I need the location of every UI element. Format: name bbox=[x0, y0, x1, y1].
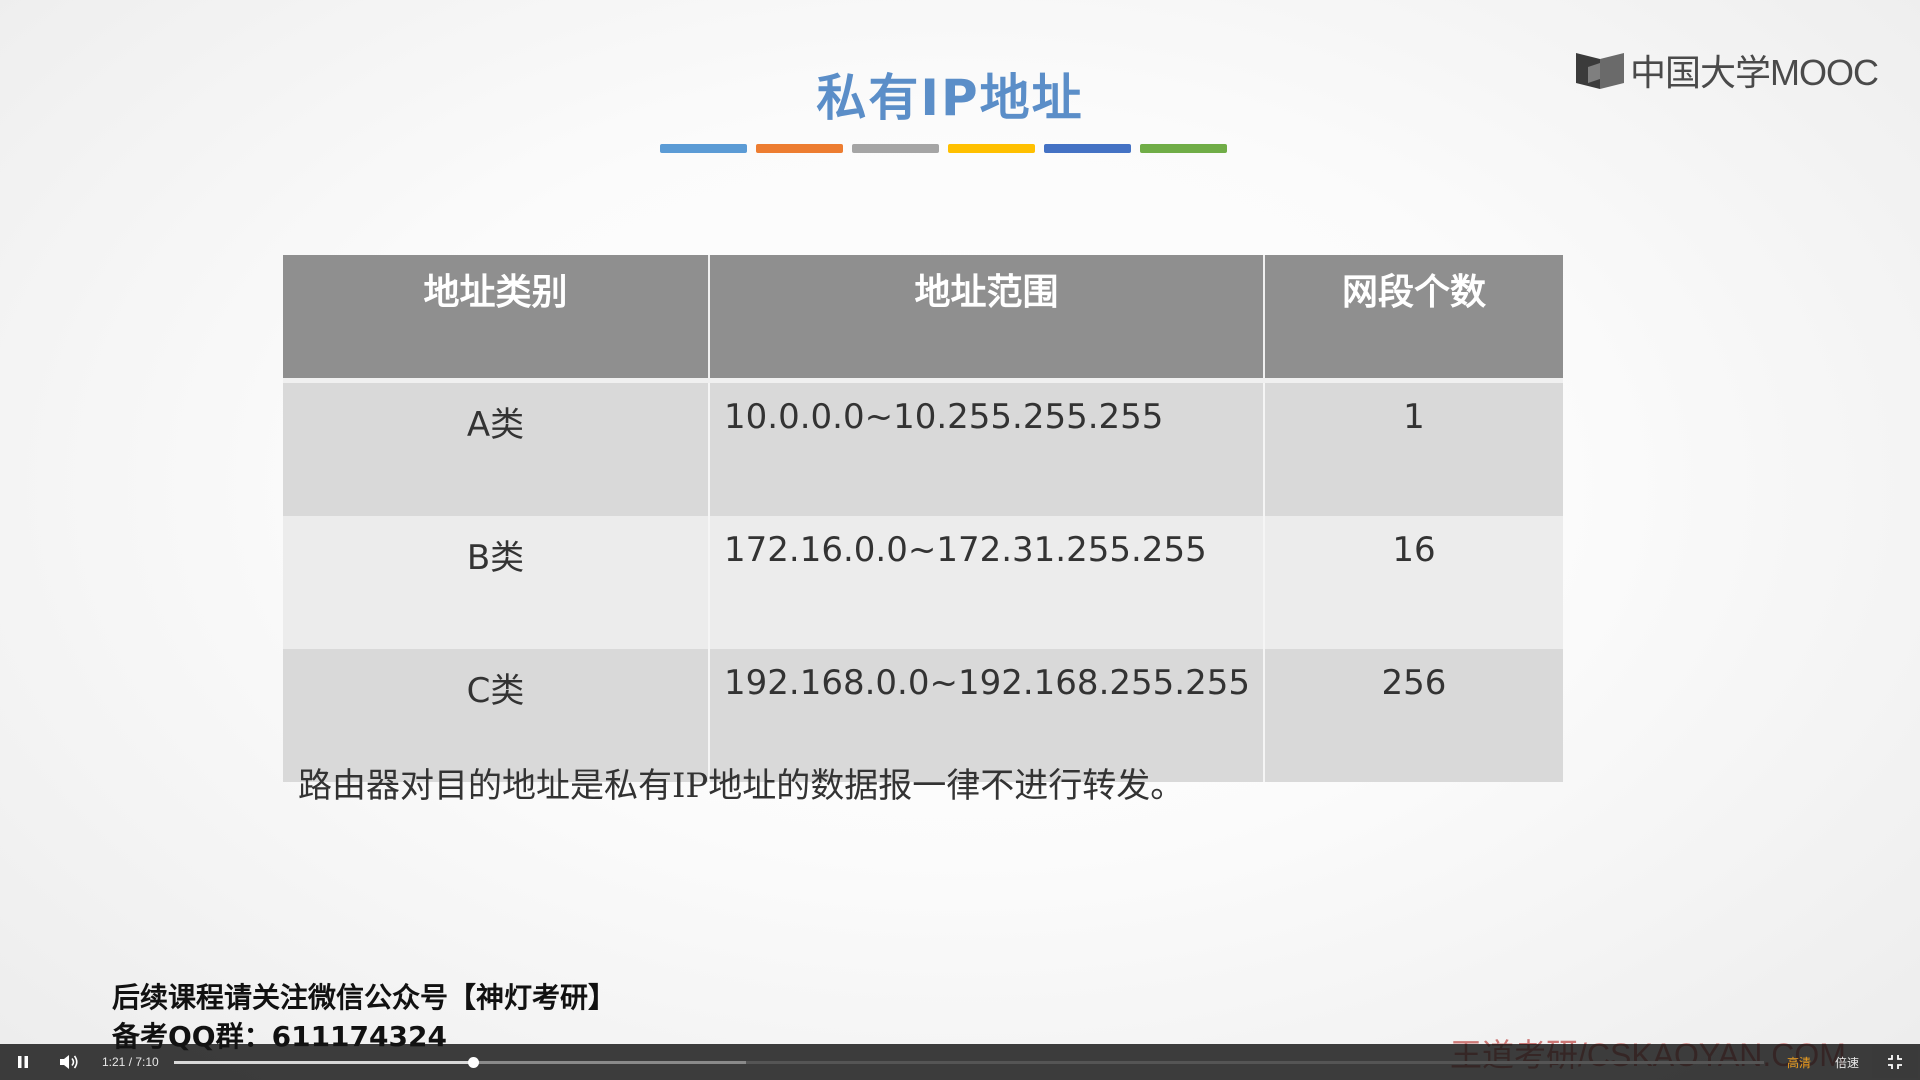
slide-note: 路由器对目的地址是私有IP地址的数据报一律不进行转发。 bbox=[298, 766, 1185, 806]
progress-buffered bbox=[472, 1060, 747, 1064]
address-class-cell: B类 bbox=[283, 516, 710, 649]
video-stage[interactable]: 私有IP地址 中国大学MOOC 地址类别 地址范围 网段个数 A类 10.0.0… bbox=[0, 0, 1920, 1080]
play-pause-button[interactable] bbox=[0, 1044, 46, 1080]
exit-fullscreen-button[interactable] bbox=[1872, 1046, 1918, 1078]
time-separator: / bbox=[125, 1055, 136, 1069]
exit-fullscreen-icon bbox=[1888, 1055, 1902, 1069]
table-header-row: 地址类别 地址范围 网段个数 bbox=[283, 255, 1563, 383]
pause-icon bbox=[18, 1056, 28, 1068]
color-bar-6 bbox=[1140, 144, 1227, 153]
total-time: 7:10 bbox=[135, 1055, 159, 1069]
network-count-cell: 1 bbox=[1264, 380, 1563, 516]
volume-icon bbox=[60, 1055, 78, 1069]
volume-button[interactable] bbox=[46, 1044, 92, 1080]
color-bar-1 bbox=[660, 144, 747, 153]
address-range-cell: 10.0.0.0~10.255.255.255 bbox=[709, 380, 1265, 516]
current-time: 1:21 bbox=[102, 1055, 126, 1069]
book-logo-icon bbox=[1576, 53, 1624, 89]
color-bar-4 bbox=[948, 144, 1035, 153]
address-class-cell: A类 bbox=[283, 380, 710, 516]
table-row: B类 172.16.0.0~172.31.255.255 16 bbox=[283, 516, 1563, 649]
color-bar-2 bbox=[756, 144, 843, 153]
player-control-bar: 1:21 / 7:10 高清 倍速 bbox=[0, 1044, 1920, 1080]
time-display: 1:21 / 7:10 bbox=[102, 1055, 172, 1069]
promo-wechat-text: 后续课程请关注微信公众号【神灯考研】 bbox=[112, 981, 617, 1014]
title-color-bars bbox=[660, 144, 1227, 153]
playback-speed-button[interactable]: 倍速 bbox=[1835, 1054, 1859, 1071]
header-network-count: 网段个数 bbox=[1264, 255, 1563, 383]
table-row: A类 10.0.0.0~10.255.255.255 1 bbox=[283, 380, 1563, 516]
progress-handle[interactable] bbox=[467, 1056, 479, 1068]
color-bar-5 bbox=[1044, 144, 1131, 153]
color-bar-3 bbox=[852, 144, 939, 153]
progress-played bbox=[174, 1060, 473, 1064]
progress-bar[interactable] bbox=[174, 1056, 1764, 1068]
mooc-logo: 中国大学MOOC bbox=[1574, 44, 1879, 96]
address-range-cell: 172.16.0.0~172.31.255.255 bbox=[709, 516, 1265, 649]
header-address-range: 地址范围 bbox=[709, 255, 1265, 383]
network-count-cell: 16 bbox=[1264, 516, 1563, 649]
header-address-class: 地址类别 bbox=[283, 255, 710, 383]
logo-text: 中国大学MOOC bbox=[1630, 52, 1879, 93]
network-count-cell: 256 bbox=[1264, 649, 1563, 782]
quality-button[interactable]: 高清 bbox=[1787, 1054, 1811, 1071]
private-ip-table: 地址类别 地址范围 网段个数 A类 10.0.0.0~10.255.255.25… bbox=[283, 255, 1563, 782]
